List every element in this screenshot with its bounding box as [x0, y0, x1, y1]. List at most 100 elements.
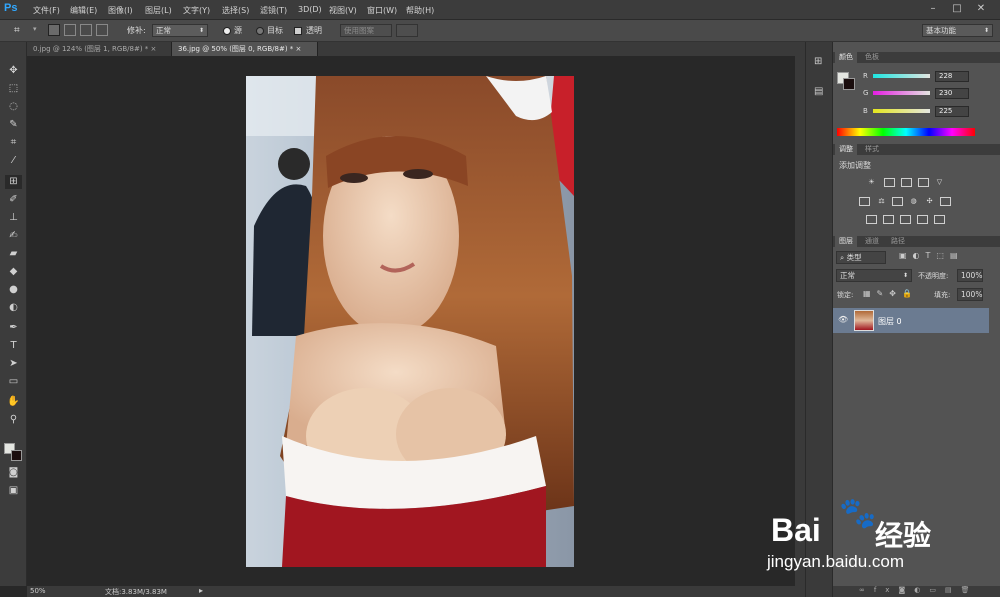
g-slider[interactable]	[873, 91, 930, 95]
hue-saturation-icon[interactable]	[859, 197, 870, 206]
add-selection-icon[interactable]	[64, 24, 76, 36]
patch-tool-icon[interactable]: ⌗	[14, 25, 20, 36]
status-arrow-icon[interactable]: ▸	[199, 586, 203, 595]
menu-file[interactable]: 文件(F)	[33, 5, 60, 16]
move-tool-icon[interactable]: ✥	[5, 64, 22, 78]
pattern-picker[interactable]	[396, 24, 418, 37]
layer-row[interactable]: 👁 图层 0	[833, 308, 989, 333]
layer-name[interactable]: 图层 0	[878, 316, 902, 327]
menu-edit[interactable]: 编辑(E)	[70, 5, 97, 16]
workspace-select[interactable]: 基本功能 ⬍	[922, 24, 993, 37]
threshold-icon[interactable]	[900, 215, 911, 224]
menu-select[interactable]: 选择(S)	[222, 5, 249, 16]
vibrance-icon[interactable]: ▽	[934, 178, 945, 187]
blend-mode-select[interactable]: 正常 ⬍	[836, 269, 912, 282]
history-panel-icon[interactable]: ⊞	[814, 56, 822, 67]
r-slider[interactable]	[873, 74, 930, 78]
shape-tool-icon[interactable]: ▭	[5, 375, 22, 389]
layer-filter-icons[interactable]: ▣◐T⬚▤	[899, 251, 964, 260]
opacity-value[interactable]: 100%	[957, 269, 983, 282]
tool-preset-chevron-icon[interactable]: ▾	[33, 25, 37, 33]
patch-mode-select[interactable]: 正常 ⬍	[152, 24, 208, 37]
new-selection-icon[interactable]	[48, 24, 60, 36]
b-slider[interactable]	[873, 109, 930, 113]
hand-tool-icon[interactable]: ✋	[5, 395, 22, 409]
eye-icon[interactable]: 👁	[838, 315, 848, 324]
tab-swatches[interactable]: 色板	[861, 52, 883, 63]
b-value[interactable]: 225	[935, 106, 969, 117]
tab-close-icon[interactable]: ×	[296, 45, 302, 53]
dodge-tool-icon[interactable]: ◐	[5, 301, 22, 315]
zoom-tool-icon[interactable]: ⚲	[5, 413, 22, 427]
eyedropper-tool-icon[interactable]: ⁄	[5, 154, 22, 168]
photo-filter-icon[interactable]: ◍	[908, 197, 919, 206]
exposure-icon[interactable]	[918, 178, 929, 187]
color-bg-swatch[interactable]	[843, 78, 855, 90]
transparent-checkbox[interactable]	[294, 27, 302, 35]
quick-mask-icon[interactable]: ◙	[5, 466, 22, 480]
tab-36-jpg[interactable]: 36.jpg @ 50% (图层 0, RGB/8#) * ×	[172, 42, 318, 56]
close-window-button[interactable]: ✕	[972, 2, 990, 16]
tab-styles[interactable]: 样式	[861, 144, 883, 155]
gradient-map-icon[interactable]	[917, 215, 928, 224]
color-balance-icon[interactable]: ⚖	[876, 197, 887, 206]
quick-select-tool-icon[interactable]: ✎	[5, 118, 22, 132]
blur-tool-icon[interactable]: ●	[5, 283, 22, 297]
document-image[interactable]	[246, 76, 574, 567]
menu-help[interactable]: 帮助(H)	[406, 5, 434, 16]
curves-icon[interactable]	[901, 178, 912, 187]
brush-tool-icon[interactable]: ✐	[5, 193, 22, 207]
brightness-icon[interactable]: ☀	[866, 178, 877, 187]
intersect-selection-icon[interactable]	[96, 24, 108, 36]
type-tool-icon[interactable]: T	[5, 339, 22, 353]
paint-bucket-tool-icon[interactable]: ◆	[5, 265, 22, 279]
marquee-tool-icon[interactable]: ⬚	[5, 82, 22, 96]
tab-0-jpg[interactable]: 0.jpg @ 124% (图层 1, RGB/8#) * ×	[27, 42, 172, 56]
source-radio[interactable]	[223, 27, 231, 35]
pen-tool-icon[interactable]: ✒	[5, 321, 22, 335]
black-white-icon[interactable]	[892, 197, 903, 206]
properties-panel-icon[interactable]: ▤	[814, 86, 823, 97]
menu-type[interactable]: 文字(Y)	[183, 5, 210, 16]
patch-tool-icon[interactable]: ⊞	[5, 175, 22, 189]
target-radio[interactable]	[256, 27, 264, 35]
screen-mode-icon[interactable]: ▣	[5, 484, 22, 498]
lasso-tool-icon[interactable]: ◌	[5, 100, 22, 114]
zoom-level[interactable]: 50%	[30, 587, 46, 595]
menu-view[interactable]: 视图(V)	[329, 5, 357, 16]
clone-stamp-tool-icon[interactable]: ⊥	[5, 211, 22, 225]
menu-image[interactable]: 图像(I)	[108, 5, 133, 16]
r-value[interactable]: 228	[935, 71, 969, 82]
posterize-icon[interactable]	[883, 215, 894, 224]
layer-actions-bar[interactable]: ∞fx◙◐▭▤🗑	[833, 586, 1000, 597]
menu-3d[interactable]: 3D(D)	[298, 5, 322, 14]
restore-button[interactable]: □	[948, 2, 966, 16]
tab-channels[interactable]: 通道	[861, 236, 883, 247]
color-spectrum[interactable]	[837, 128, 975, 136]
menu-filter[interactable]: 滤镜(T)	[260, 5, 287, 16]
layer-filter-select[interactable]: ⌕ 类型	[836, 251, 886, 264]
tab-adjustments[interactable]: 调整	[835, 144, 857, 155]
channel-mixer-icon[interactable]: ✣	[924, 197, 935, 206]
use-pattern-button[interactable]: 使用图案	[340, 24, 392, 37]
selective-color-icon[interactable]	[934, 215, 945, 224]
tab-color[interactable]: 颜色	[835, 52, 857, 63]
path-select-tool-icon[interactable]: ➤	[5, 357, 22, 371]
vertical-scrollbar[interactable]	[795, 56, 805, 586]
minimize-button[interactable]: –	[924, 2, 942, 16]
eraser-tool-icon[interactable]: ▰	[5, 247, 22, 261]
fill-value[interactable]: 100%	[957, 288, 983, 301]
g-value[interactable]: 230	[935, 88, 969, 99]
color-lookup-icon[interactable]	[940, 197, 951, 206]
subtract-selection-icon[interactable]	[80, 24, 92, 36]
menu-window[interactable]: 窗口(W)	[367, 5, 397, 16]
tab-paths[interactable]: 路径	[887, 236, 909, 247]
crop-tool-icon[interactable]: ⌗	[5, 136, 22, 150]
tab-close-icon[interactable]: ×	[151, 45, 157, 53]
menu-layer[interactable]: 图层(L)	[145, 5, 172, 16]
tab-layers[interactable]: 图层	[835, 236, 857, 247]
invert-icon[interactable]	[866, 215, 877, 224]
background-color-swatch[interactable]	[11, 450, 22, 461]
lock-icons[interactable]: ▦✎✥🔒	[863, 289, 918, 298]
levels-icon[interactable]	[884, 178, 895, 187]
